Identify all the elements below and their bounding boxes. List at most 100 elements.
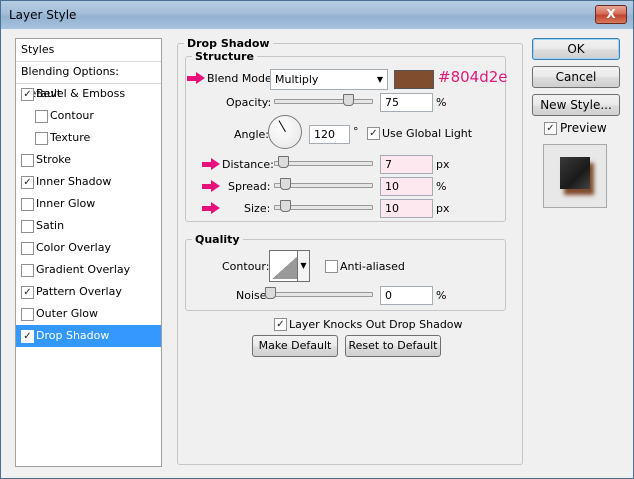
sidebar-item[interactable]: Stroke xyxy=(16,149,161,171)
window-title: Layer Style xyxy=(9,8,77,22)
sidebar-item[interactable]: Satin xyxy=(16,215,161,237)
make-default-button[interactable]: Make Default xyxy=(252,335,338,357)
sidebar-item[interactable]: Color Overlay xyxy=(16,237,161,259)
distance-slider-thumb[interactable] xyxy=(278,156,289,168)
size-slider[interactable] xyxy=(274,200,373,212)
sidebar-item-checkbox[interactable]: ✓ xyxy=(21,176,34,189)
sidebar-item-checkbox[interactable] xyxy=(21,198,34,211)
sidebar-item[interactable]: ✓ Inner Shadow xyxy=(16,171,161,193)
blend-mode-select[interactable]: Multiply ▼ xyxy=(270,69,388,90)
sidebar-item-checkbox[interactable] xyxy=(35,132,48,145)
layer-knocks-out-checkbox[interactable]: ✓ xyxy=(274,318,287,331)
use-global-light-checkbox[interactable]: ✓ xyxy=(367,127,380,140)
noise-slider[interactable] xyxy=(265,287,373,299)
styles-sidebar: Styles Blending Options: Default ✓ Bevel & … xyxy=(15,38,162,467)
sidebar-item-label: Bevel & Emboss xyxy=(36,87,126,100)
sidebar-item-label: Pattern Overlay xyxy=(36,285,122,298)
preview-square xyxy=(560,157,590,189)
title-bar[interactable]: Layer Style X xyxy=(1,1,633,29)
dialog-body: Styles Blending Options: Default ✓ Bevel & … xyxy=(7,29,627,472)
contour-dropdown-button[interactable]: ▼ xyxy=(297,250,310,282)
sidebar-item-label: Inner Shadow xyxy=(36,175,112,188)
sidebar-item-label: Inner Glow xyxy=(36,197,96,210)
sidebar-item[interactable]: Gradient Overlay xyxy=(16,259,161,281)
style-preview-thumbnail xyxy=(543,144,607,208)
spread-unit: % xyxy=(436,180,447,193)
cancel-button[interactable]: Cancel xyxy=(532,66,620,88)
close-button[interactable]: X xyxy=(595,5,627,24)
opacity-slider-thumb[interactable] xyxy=(343,94,354,106)
chevron-down-icon: ▼ xyxy=(376,75,383,84)
anti-aliased-checkbox[interactable] xyxy=(325,260,338,273)
chevron-down-icon: ▼ xyxy=(300,261,307,270)
color-hex-annotation: #804d2e xyxy=(438,68,508,86)
size-label: Size: xyxy=(244,202,271,215)
pink-arrow-icon xyxy=(202,202,220,214)
sidebar-item-checkbox[interactable] xyxy=(21,264,34,277)
ok-button[interactable]: OK xyxy=(532,38,620,60)
pink-arrow-icon xyxy=(202,158,220,170)
layer-knocks-out-label[interactable]: Layer Knocks Out Drop Shadow xyxy=(289,318,463,331)
sidebar-item-checkbox[interactable] xyxy=(35,110,48,123)
shadow-color-swatch[interactable] xyxy=(394,70,434,89)
sidebar-item-label: Satin xyxy=(36,219,65,232)
noise-input[interactable]: 0 xyxy=(380,286,433,305)
angle-label: Angle: xyxy=(234,128,270,141)
sidebar-item[interactable]: Styles xyxy=(16,39,161,62)
drop-shadow-title: Drop Shadow xyxy=(187,37,270,50)
sidebar-item[interactable]: Outer Glow xyxy=(16,303,161,325)
sidebar-item-label: Contour xyxy=(50,109,94,122)
sidebar-item-checkbox[interactable]: ✓ xyxy=(21,88,34,101)
preview-label[interactable]: Preview xyxy=(560,121,607,135)
blend-mode-value: Multiply xyxy=(275,73,319,86)
structure-title: Structure xyxy=(195,50,254,63)
noise-slider-thumb[interactable] xyxy=(265,287,276,299)
sidebar-item-checkbox[interactable]: ✓ xyxy=(21,330,34,343)
sidebar-item[interactable]: ✓ Bevel & Emboss xyxy=(16,83,161,105)
size-input[interactable]: 10 xyxy=(380,199,433,218)
sidebar-item-checkbox[interactable] xyxy=(21,308,34,321)
sidebar-item[interactable]: ✓ Pattern Overlay xyxy=(16,281,161,303)
angle-input[interactable]: 120 xyxy=(309,125,350,144)
sidebar-item-label: Drop Shadow xyxy=(36,329,110,342)
new-style-button[interactable]: New Style... xyxy=(532,94,620,116)
distance-label: Distance: xyxy=(222,158,274,171)
angle-needle xyxy=(278,120,286,132)
close-icon[interactable]: X xyxy=(606,7,615,21)
size-unit: px xyxy=(436,202,450,215)
sidebar-item[interactable]: Inner Glow xyxy=(16,193,161,215)
pink-arrow-icon xyxy=(187,72,205,84)
sidebar-item-label: Styles xyxy=(21,43,55,56)
sidebar-item[interactable]: ✓ Drop Shadow xyxy=(16,325,161,347)
spread-slider-thumb[interactable] xyxy=(280,178,291,190)
sidebar-item[interactable]: Contour xyxy=(16,105,161,127)
sidebar-item-checkbox[interactable] xyxy=(21,154,34,167)
pink-arrow-icon xyxy=(202,180,220,192)
spread-input[interactable]: 10 xyxy=(380,177,433,196)
reset-to-default-button[interactable]: Reset to Default xyxy=(345,335,441,357)
sidebar-item-checkbox[interactable] xyxy=(21,242,34,255)
distance-slider[interactable] xyxy=(274,156,373,168)
size-slider-thumb[interactable] xyxy=(280,200,291,212)
sidebar-item-label: Color Overlay xyxy=(36,241,111,254)
spread-label: Spread: xyxy=(228,180,271,193)
distance-input[interactable]: 7 xyxy=(380,155,433,174)
sidebar-item[interactable]: Texture xyxy=(16,127,161,149)
anti-aliased-label[interactable]: Anti-aliased xyxy=(340,260,405,273)
spread-slider[interactable] xyxy=(274,178,373,190)
sidebar-item-checkbox[interactable]: ✓ xyxy=(21,286,34,299)
use-global-light-label[interactable]: Use Global Light xyxy=(382,127,472,140)
noise-unit: % xyxy=(436,289,447,302)
opacity-input[interactable]: 75 xyxy=(380,93,433,112)
sidebar-item-label: Stroke xyxy=(36,153,72,166)
blend-mode-label: Blend Mode: xyxy=(207,72,276,85)
angle-dial-icon[interactable] xyxy=(268,115,302,149)
preview-checkbox[interactable]: ✓ xyxy=(544,122,557,135)
sidebar-item-checkbox[interactable] xyxy=(21,220,34,233)
sidebar-item[interactable]: Blending Options: Default xyxy=(16,61,161,100)
opacity-unit: % xyxy=(436,96,447,109)
distance-unit: px xyxy=(436,158,450,171)
sidebar-item-label: Outer Glow xyxy=(36,307,99,320)
layer-style-dialog: Layer Style X Styles Blending Options: De… xyxy=(0,0,634,479)
opacity-slider[interactable] xyxy=(274,94,373,106)
